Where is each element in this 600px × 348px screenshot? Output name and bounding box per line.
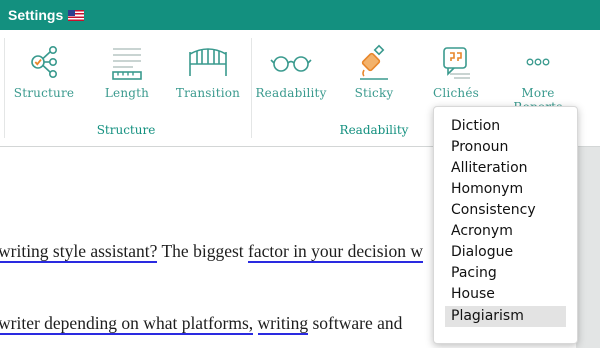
more-reports-menu: Diction Pronoun Alliteration Homonym Con… [433,106,578,344]
transition-button[interactable]: Transition [170,40,246,100]
structure-button[interactable]: Structure [6,40,82,100]
top-bar: Settings [0,0,600,30]
sticky-button[interactable]: Sticky [336,40,412,100]
app-title: Settings [8,7,64,23]
tool-label: Clichés [433,86,479,100]
length-icon [89,40,165,84]
us-flag-icon [68,9,85,21]
menu-item-house[interactable]: House [445,284,566,305]
toolbar-divider [4,38,5,138]
menu-item-dialogue[interactable]: Dialogue [445,242,566,263]
more-reports-button[interactable]: More Reports [496,40,580,114]
tool-label: Length [104,86,150,100]
length-button[interactable]: Length [89,40,165,100]
structure-icon [6,40,82,84]
text-span: software and [308,313,403,333]
transition-icon [170,40,246,84]
tool-label: Sticky [354,86,394,100]
menu-item-plagiarism[interactable]: Plagiarism [445,306,566,327]
tool-label: Readability [255,86,327,100]
menu-item-acronym[interactable]: Acronym [445,221,566,242]
more-dots-icon [496,40,580,84]
glasses-icon [253,40,329,84]
group-label-structure: Structure [96,123,156,137]
tool-label: Structure [13,86,75,100]
glue-bottle-icon [336,40,412,84]
menu-item-alliteration[interactable]: Alliteration [445,158,566,179]
text-span [253,313,257,333]
menu-item-homonym[interactable]: Homonym [445,179,566,200]
flagged-phrase[interactable]: factor in your decision w [248,241,423,263]
tool-label: Transition [175,86,241,100]
flagged-phrase[interactable]: writing style assistant? [0,241,158,263]
menu-item-consistency[interactable]: Consistency [445,200,566,221]
flagged-phrase[interactable]: writing [257,313,309,335]
text-span: The biggest [157,241,249,261]
menu-item-pronoun[interactable]: Pronoun [445,137,566,158]
toolbar-divider [251,38,252,138]
menu-item-pacing[interactable]: Pacing [445,263,566,284]
group-label-readability: Readability [339,123,409,137]
menu-item-diction[interactable]: Diction [445,116,566,137]
readability-button[interactable]: Readability [253,40,329,100]
text-line: writer depending on what platforms, writ… [0,313,403,335]
cliches-button[interactable]: Clichés [418,40,494,100]
flagged-phrase[interactable]: writer depending on what platforms, [0,313,254,335]
quote-icon [418,40,494,84]
text-line: writing style assistant? The biggest fac… [0,241,423,263]
